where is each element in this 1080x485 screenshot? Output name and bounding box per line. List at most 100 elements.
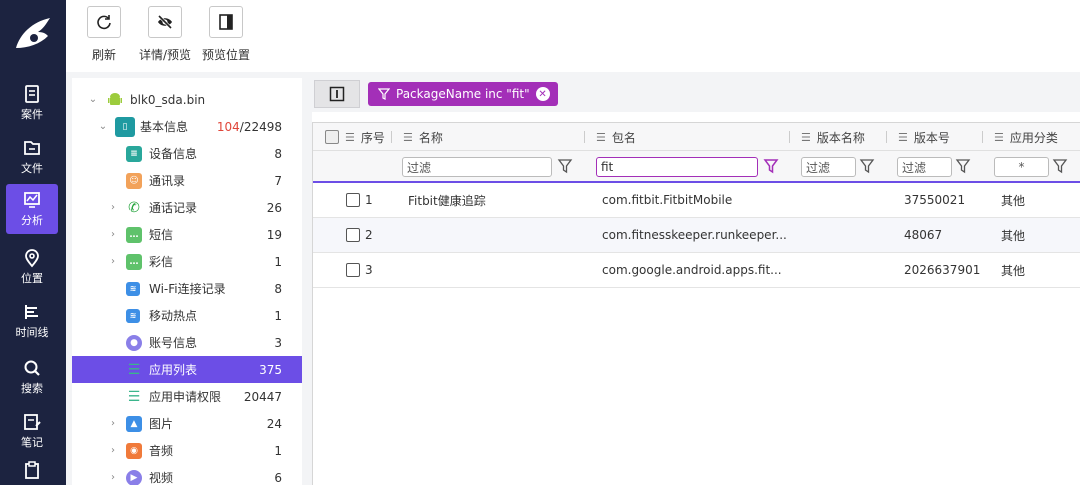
row-checkbox[interactable] (346, 263, 360, 277)
cell-index: 2 (365, 228, 373, 242)
refresh-label: 刷新 (91, 48, 116, 62)
tree-item-label: 音频 (149, 444, 174, 458)
filter-icon (378, 88, 390, 100)
tree-item-audio[interactable]: › ◉ 音频 1 (72, 437, 302, 464)
audio-icon: ◉ (126, 442, 142, 459)
filter-icon[interactable] (1052, 158, 1068, 174)
filter-icon[interactable] (955, 158, 971, 174)
column-toggle-button[interactable] (314, 80, 360, 108)
tree-item-label: 视频 (149, 471, 174, 485)
menu-icon[interactable]: ☰ (898, 131, 908, 144)
cell-index: 1 (365, 193, 373, 207)
rail-item-notes[interactable]: 笔记 (6, 406, 58, 456)
chevron-right-icon[interactable]: › (108, 418, 118, 429)
preview-position-label: 预览位置 (201, 48, 250, 62)
tree-item-hotspot[interactable]: ≋ 移动热点 1 (72, 302, 302, 329)
tree-item-call-log[interactable]: › ✆ 通话记录 26 (72, 194, 302, 221)
detail-preview-button[interactable]: 详情/预览 (135, 6, 195, 63)
tree-item-video[interactable]: › ▶ 视频 6 (72, 464, 302, 485)
tree-item-label: 短信 (149, 228, 174, 242)
tree-item-label: 设备信息 (149, 147, 198, 161)
column-header-category[interactable]: ☰ 应用分类 (994, 123, 1058, 151)
column-header-package[interactable]: ☰ 包名 (596, 123, 636, 151)
rail-item-timeline[interactable]: 时间线 (6, 296, 58, 346)
tree-item-label: 应用列表 (149, 363, 198, 377)
version-code-filter-input[interactable]: 过滤 (897, 157, 952, 177)
row-checkbox[interactable] (346, 193, 360, 207)
tree-item-label: 基本信息 (140, 120, 189, 134)
tree-item-accounts[interactable]: ● 账号信息 3 (72, 329, 302, 356)
menu-icon[interactable]: ☰ (596, 131, 606, 144)
menu-icon[interactable]: ☰ (994, 131, 1004, 144)
chevron-right-icon[interactable]: › (108, 202, 118, 213)
rail-item-search[interactable]: 搜索 (6, 352, 58, 402)
chevron-right-icon[interactable]: › (108, 445, 118, 456)
tree-item-sms[interactable]: › … 短信 19 (72, 221, 302, 248)
location-icon (25, 249, 39, 268)
refresh-button[interactable]: 刷新 (87, 6, 121, 63)
analysis-icon (24, 192, 40, 208)
tree-item-basic-info[interactable]: ⌄ ▯ 基本信息 104/22498 (72, 113, 302, 140)
tree-item-label: Wi-Fi连接记录 (149, 282, 226, 296)
cell-package: com.fitbit.FitbitMobile (602, 193, 733, 207)
tree-item-label: 移动热点 (149, 309, 198, 323)
tree-item-device-info[interactable]: ≡ 设备信息 8 (72, 140, 302, 167)
column-icon (329, 86, 345, 102)
tree-item-count: 104/22498 (216, 119, 282, 134)
rail-item-analysis[interactable]: 分析 (6, 184, 58, 234)
version-name-filter-input[interactable]: 过滤 (801, 157, 856, 177)
tree-item-app-list[interactable]: ☰ 应用列表 375 (72, 356, 302, 383)
rail-item-more[interactable] (6, 460, 58, 485)
filter-bar: PackageName inc "fit" ✕ (312, 78, 1080, 112)
column-header-index[interactable]: ☰ 序号 (345, 123, 385, 151)
name-filter-input[interactable]: 过滤 (402, 157, 552, 177)
category-filter-input[interactable]: * (994, 157, 1049, 177)
package-filter-input[interactable]: fit (596, 157, 758, 177)
menu-icon[interactable]: ☰ (403, 131, 413, 144)
tree-item-count: 6 (274, 470, 282, 485)
list-icon: ☰ (127, 388, 141, 405)
tree-item-contacts[interactable]: ☺ 通讯录 7 (72, 167, 302, 194)
column-header-version-code[interactable]: ☰ 版本号 (898, 123, 950, 151)
active-filter-chip[interactable]: PackageName inc "fit" ✕ (368, 82, 558, 106)
table-row[interactable]: 1 Fitbit健康追踪 com.fitbit.FitbitMobile 375… (313, 183, 1080, 218)
tree-item-label: 应用申请权限 (149, 390, 222, 404)
rail-item-case[interactable]: 案件 (6, 78, 58, 128)
preview-position-button[interactable]: 预览位置 (200, 6, 252, 63)
tree-item-app-permissions[interactable]: ☰ 应用申请权限 20447 (72, 383, 302, 410)
tree-item-count: 24 (266, 416, 282, 431)
select-all-checkbox[interactable] (325, 130, 339, 144)
tree-root[interactable]: ⌄ blk0_sda.bin (72, 86, 302, 113)
filter-icon[interactable] (859, 158, 875, 174)
filter-icon[interactable] (557, 158, 573, 174)
message-icon: … (126, 253, 142, 270)
tree-item-label: 通讯录 (149, 174, 186, 188)
tree-item-wifi[interactable]: ≋ Wi-Fi连接记录 8 (72, 275, 302, 302)
column-header-version-name[interactable]: ☰ 版本名称 (801, 123, 865, 151)
tree-item-mms[interactable]: › … 彩信 1 (72, 248, 302, 275)
tree-item-count: 19 (266, 227, 282, 242)
chevron-right-icon[interactable]: › (108, 256, 118, 267)
table-row[interactable]: 3 com.google.android.apps.fit... 2026637… (313, 253, 1080, 288)
chevron-down-icon[interactable]: ⌄ (98, 121, 108, 132)
evidence-tree: ⌄ blk0_sda.bin ⌄ ▯ 基本信息 104/22498 ≡ 设备信息… (72, 78, 302, 485)
chevron-down-icon[interactable]: ⌄ (88, 94, 98, 105)
filter-row: 过滤 fit 过滤 过滤 * (313, 151, 1080, 183)
rail-item-location[interactable]: 位置 (6, 242, 58, 292)
menu-icon[interactable]: ☰ (345, 131, 355, 144)
menu-icon[interactable]: ☰ (801, 131, 811, 144)
row-checkbox[interactable] (346, 228, 360, 242)
tree-item-count: 3 (274, 335, 282, 350)
rail-label: 文件 (21, 162, 43, 175)
tree-item-label: 彩信 (149, 255, 174, 269)
chevron-right-icon[interactable]: › (108, 472, 118, 483)
column-header-name[interactable]: ☰ 名称 (403, 123, 443, 151)
refresh-icon (97, 15, 111, 30)
table-row[interactable]: 2 com.fitnesskeeper.runkeeper... 48067 其… (313, 218, 1080, 253)
rail-label: 笔记 (21, 436, 43, 449)
filter-active-icon[interactable] (763, 158, 779, 174)
close-icon[interactable]: ✕ (535, 87, 550, 101)
chevron-right-icon[interactable]: › (108, 229, 118, 240)
rail-item-file[interactable]: 文件 (6, 132, 58, 182)
tree-item-images[interactable]: › ▲ 图片 24 (72, 410, 302, 437)
